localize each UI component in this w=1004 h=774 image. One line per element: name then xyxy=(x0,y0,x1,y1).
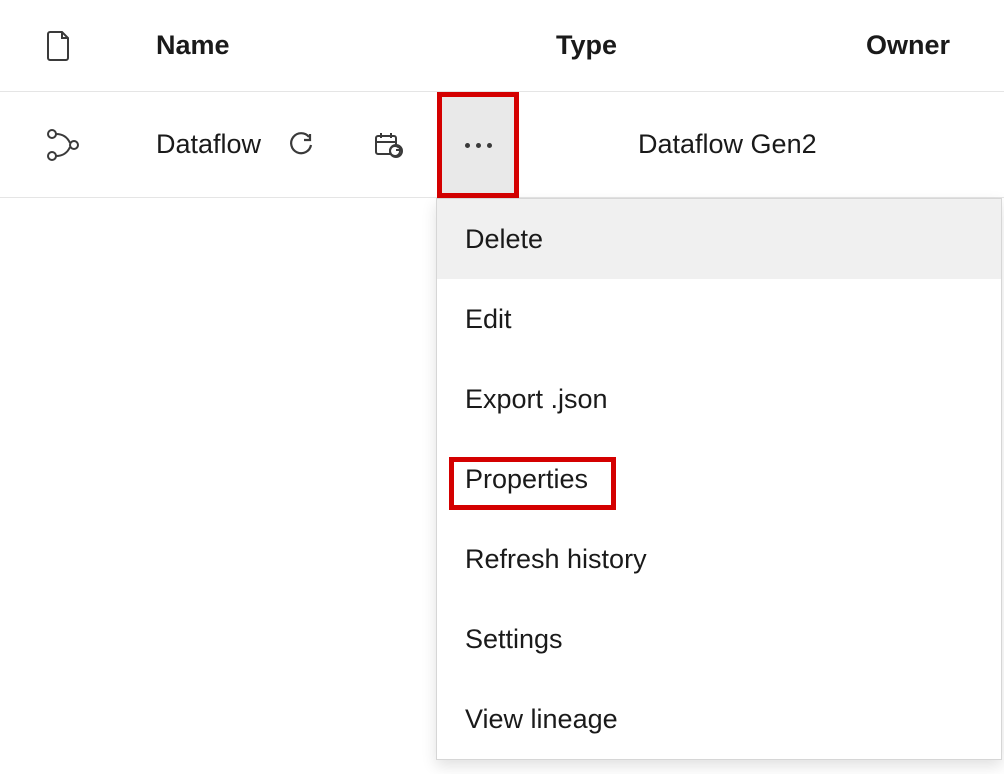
document-icon xyxy=(46,30,72,62)
more-options-button[interactable] xyxy=(442,97,514,193)
item-name[interactable]: Dataflow xyxy=(156,129,261,160)
refresh-button[interactable] xyxy=(281,125,321,165)
refresh-icon xyxy=(288,132,314,158)
context-menu: Delete Edit Export .json Properties Refr… xyxy=(436,198,1002,760)
menu-item-properties[interactable]: Properties xyxy=(437,439,1001,519)
schedule-refresh-icon xyxy=(374,131,404,159)
dataflow-icon xyxy=(46,128,82,162)
menu-item-label: View lineage xyxy=(465,704,618,735)
menu-item-refresh-history[interactable]: Refresh history xyxy=(437,519,1001,599)
menu-item-view-lineage[interactable]: View lineage xyxy=(437,679,1001,759)
header-name[interactable]: Name xyxy=(156,30,556,61)
menu-item-delete[interactable]: Delete xyxy=(437,199,1001,279)
menu-item-edit[interactable]: Edit xyxy=(437,279,1001,359)
table-row[interactable]: Dataflow xyxy=(0,92,1004,198)
more-button-cell xyxy=(437,92,519,198)
item-type: Dataflow Gen2 xyxy=(638,129,817,160)
menu-item-label: Settings xyxy=(465,624,563,655)
menu-item-label: Delete xyxy=(465,224,543,255)
header-owner[interactable]: Owner xyxy=(866,30,1004,61)
header-type[interactable]: Type xyxy=(556,30,866,61)
header-icon-cell xyxy=(46,30,156,62)
menu-item-settings[interactable]: Settings xyxy=(437,599,1001,679)
schedule-refresh-button[interactable] xyxy=(369,125,409,165)
menu-item-label: Edit xyxy=(465,304,512,335)
table-header: Name Type Owner xyxy=(0,0,1004,92)
row-item-icon-cell xyxy=(46,128,156,162)
menu-item-export-json[interactable]: Export .json xyxy=(437,359,1001,439)
menu-item-label: Export .json xyxy=(465,384,608,415)
menu-item-label: Refresh history xyxy=(465,544,647,575)
menu-item-label: Properties xyxy=(465,464,588,495)
more-icon xyxy=(465,143,492,148)
